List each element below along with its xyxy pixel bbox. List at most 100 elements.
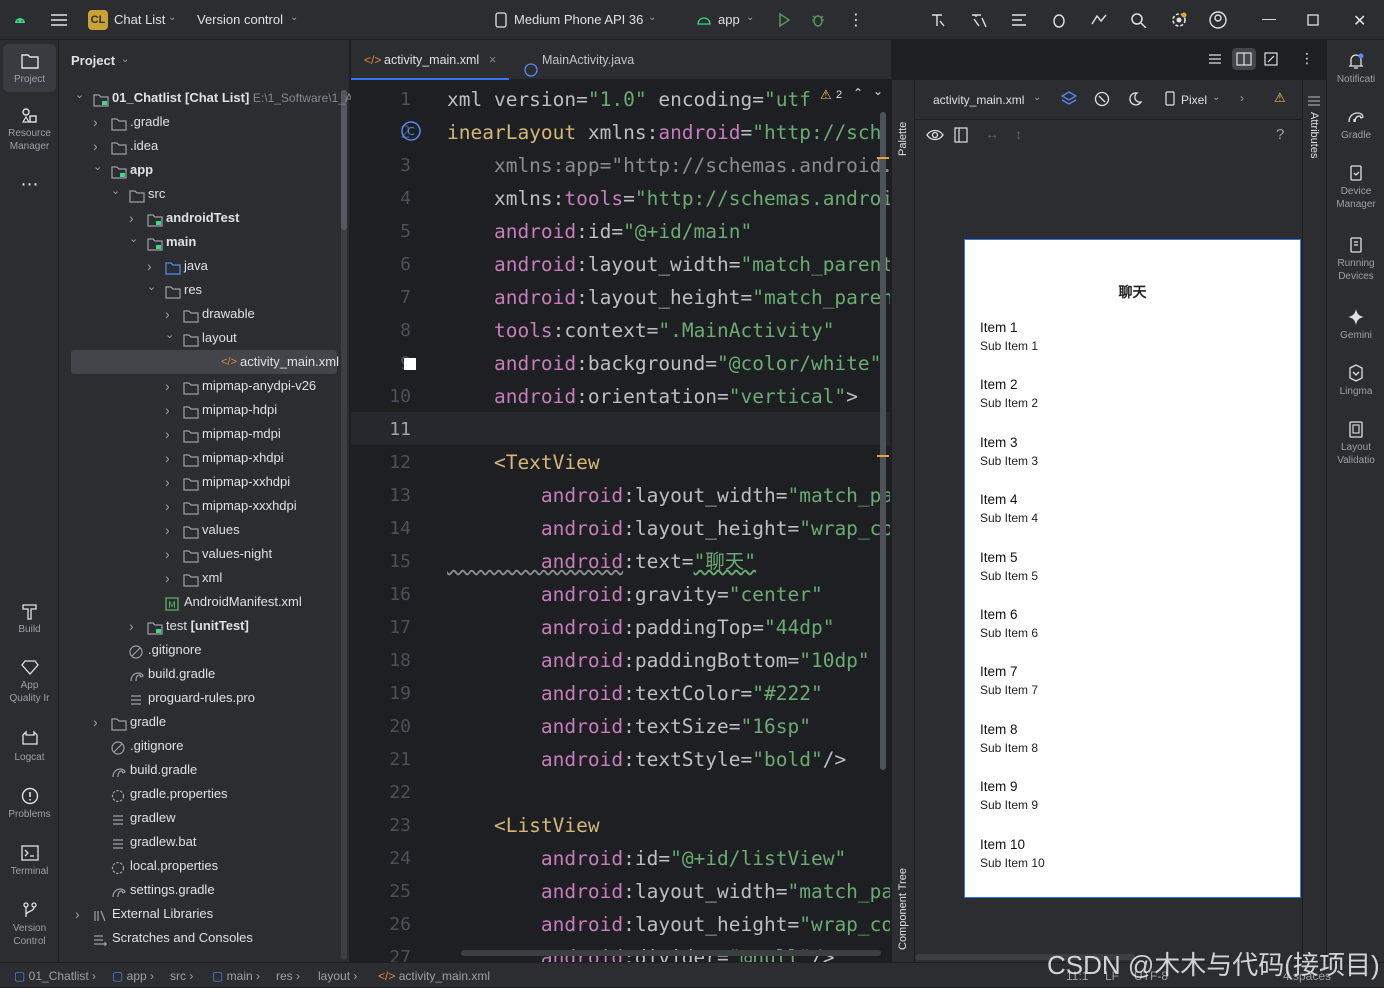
chevron-down-icon[interactable]: ⌄ — [93, 155, 102, 179]
close-tab-icon[interactable]: × — [489, 40, 496, 80]
terminal-button[interactable]: Terminal — [3, 844, 56, 878]
tree-item[interactable]: gradlew.bat — [71, 830, 337, 854]
breadcrumb-item[interactable]: ▢ main › — [212, 969, 260, 983]
project-badge[interactable]: CL — [88, 10, 108, 30]
code-editor[interactable]: 1234567891011121314151617181920212223242… — [351, 80, 890, 962]
layout-file-selector[interactable]: activity_main.xml — [933, 93, 1024, 107]
tree-item[interactable]: proguard-rules.pro — [71, 686, 337, 710]
problems-button[interactable]: Problems — [3, 787, 56, 821]
main-menu-icon[interactable] — [50, 12, 68, 33]
tree-item[interactable]: › mipmap-anydpi-v26 — [71, 374, 337, 398]
blueprint-icon[interactable] — [954, 127, 968, 148]
minimize-icon[interactable]: — — [1262, 10, 1276, 26]
sync-gradle-icon[interactable] — [1010, 12, 1028, 33]
chevron-right-icon[interactable]: › — [165, 518, 170, 542]
breadcrumb-item[interactable]: layout › — [318, 969, 357, 983]
version-control-button[interactable]: Version Control — [3, 901, 56, 948]
project-tool-button[interactable]: Project — [3, 44, 56, 92]
breadcrumb-item[interactable]: ▢ 01_Chatlist › — [14, 969, 96, 983]
breadcrumb-item[interactable]: res › — [276, 969, 300, 983]
split-view-button[interactable] — [1232, 48, 1256, 70]
more-tools-button[interactable]: ⋯ — [3, 175, 56, 193]
tree-item[interactable]: › drawable — [71, 302, 337, 326]
close-icon[interactable]: ✕ — [1353, 11, 1366, 31]
tree-item[interactable]: › values — [71, 518, 337, 542]
class-gutter-icon[interactable]: C — [401, 121, 421, 146]
design-surface-icon[interactable] — [1060, 91, 1078, 112]
design-view-icon[interactable] — [1264, 52, 1278, 71]
tree-item[interactable]: › xml — [71, 566, 337, 590]
tree-item[interactable]: ⌄ main — [71, 230, 337, 254]
tree-item[interactable]: › gradle — [71, 710, 337, 734]
tree-item[interactable]: gradlew — [71, 806, 337, 830]
logcat-button[interactable]: Logcat — [3, 730, 56, 764]
chevron-down-icon[interactable]: ⌄ — [129, 227, 138, 251]
chevron-right-icon[interactable]: › — [165, 542, 170, 566]
phone-preview[interactable]: 聊天 Item 1 Sub Item 1 Item 2 Sub Item 2 Item … — [964, 239, 1301, 898]
editor-horizontal-scrollbar[interactable] — [461, 950, 881, 956]
debug-icon[interactable] — [810, 12, 826, 33]
chevron-right-icon[interactable]: › — [165, 422, 170, 446]
tree-item[interactable]: ⌄ res — [71, 278, 337, 302]
tree-item[interactable]: ⌄ 01_Chatlist [Chat List] E:\1_Software\1… — [71, 83, 353, 110]
breadcrumb-item[interactable]: </> activity_main.xml — [378, 969, 490, 983]
tree-item[interactable]: › mipmap-xxhdpi — [71, 470, 337, 494]
attributes-tab[interactable]: Attributes — [1308, 112, 1320, 172]
tree-item[interactable]: .gitignore — [71, 734, 337, 758]
tree-item[interactable]: .gitignore — [71, 638, 337, 662]
settings-gear-icon[interactable] — [1170, 11, 1188, 34]
chevron-right-icon[interactable]: › — [165, 446, 170, 470]
vertical-resize-icon[interactable]: ↕ — [1015, 126, 1022, 142]
color-swatch-icon[interactable] — [404, 358, 416, 370]
chevron-right-icon[interactable]: › — [165, 398, 170, 422]
chevron-right-icon[interactable]: › — [93, 710, 98, 734]
palette-tab[interactable]: Palette — [897, 96, 909, 156]
tree-item[interactable]: › mipmap-mdpi — [71, 422, 337, 446]
search-icon[interactable] — [1130, 12, 1148, 33]
breadcrumb-item[interactable]: ▢ app › — [112, 969, 154, 983]
tree-item[interactable]: Scratches and Consoles — [71, 926, 337, 950]
vcs-menu[interactable]: Version control — [197, 12, 283, 27]
tab-mainactivity-java[interactable]: MainActivity.java — [521, 40, 651, 80]
chevron-down-icon[interactable]: ⌄ — [746, 12, 754, 23]
component-tree-tab[interactable]: Component Tree — [897, 840, 909, 950]
editor-more-icon[interactable]: ⋮ — [1300, 50, 1314, 67]
tree-item[interactable]: build.gradle — [71, 662, 337, 686]
editor-scrollbar-thumb[interactable] — [880, 112, 886, 770]
chevron-down-icon[interactable]: ⌄ — [1212, 92, 1220, 103]
chevron-right-icon[interactable]: › — [93, 110, 98, 134]
run-config-selector[interactable]: app — [718, 12, 740, 27]
account-icon[interactable] — [1209, 11, 1227, 34]
tree-item[interactable]: build.gradle — [71, 758, 337, 782]
lingma-button[interactable]: Lingma — [1327, 364, 1384, 398]
chevron-right-icon[interactable]: › — [165, 494, 170, 518]
more-actions-icon[interactable]: ⋮ — [848, 10, 864, 30]
code-view-icon[interactable] — [1208, 52, 1222, 71]
chevron-down-icon[interactable]: ⌄ — [290, 12, 298, 23]
tree-item[interactable]: › test [unitTest] — [71, 614, 337, 638]
chevron-right-icon[interactable]: › — [129, 614, 134, 638]
chevron-right-icon[interactable]: › — [165, 470, 170, 494]
tree-item[interactable]: gradle.properties — [71, 782, 337, 806]
chevron-down-icon[interactable]: ⌄ — [648, 12, 656, 23]
device-selector[interactable]: Medium Phone API 36 — [514, 12, 643, 27]
profiler-icon[interactable] — [1050, 12, 1068, 33]
next-highlight-icon[interactable]: ⌄ — [873, 84, 883, 98]
app-quality-button[interactable]: App Quality Ir — [3, 658, 56, 705]
chevron-right-icon[interactable]: › — [1240, 91, 1244, 105]
tab-activity-main-xml[interactable]: </> activity_main.xml × — [351, 40, 509, 80]
chevron-down-icon[interactable]: ⌄ — [75, 83, 84, 107]
orientation-icon[interactable] — [1094, 91, 1110, 112]
tree-item[interactable]: › External Libraries — [71, 902, 337, 926]
device-mirror-icon[interactable] — [1090, 12, 1108, 33]
lint-icon[interactable] — [930, 12, 948, 33]
tree-item[interactable]: › .gradle — [71, 110, 337, 134]
inspection-widget[interactable]: ⚠ 2 ⌃ ⌄ — [818, 84, 890, 108]
tree-item[interactable]: › mipmap-hdpi — [71, 398, 337, 422]
notifications-button[interactable]: Notificati — [1327, 52, 1384, 86]
chevron-right-icon[interactable]: › — [75, 902, 80, 926]
chevron-right-icon[interactable]: › — [165, 374, 170, 398]
previous-highlight-icon[interactable]: ⌃ — [853, 86, 863, 100]
tree-item[interactable]: › androidTest — [71, 206, 337, 230]
eye-icon[interactable] — [926, 128, 944, 147]
